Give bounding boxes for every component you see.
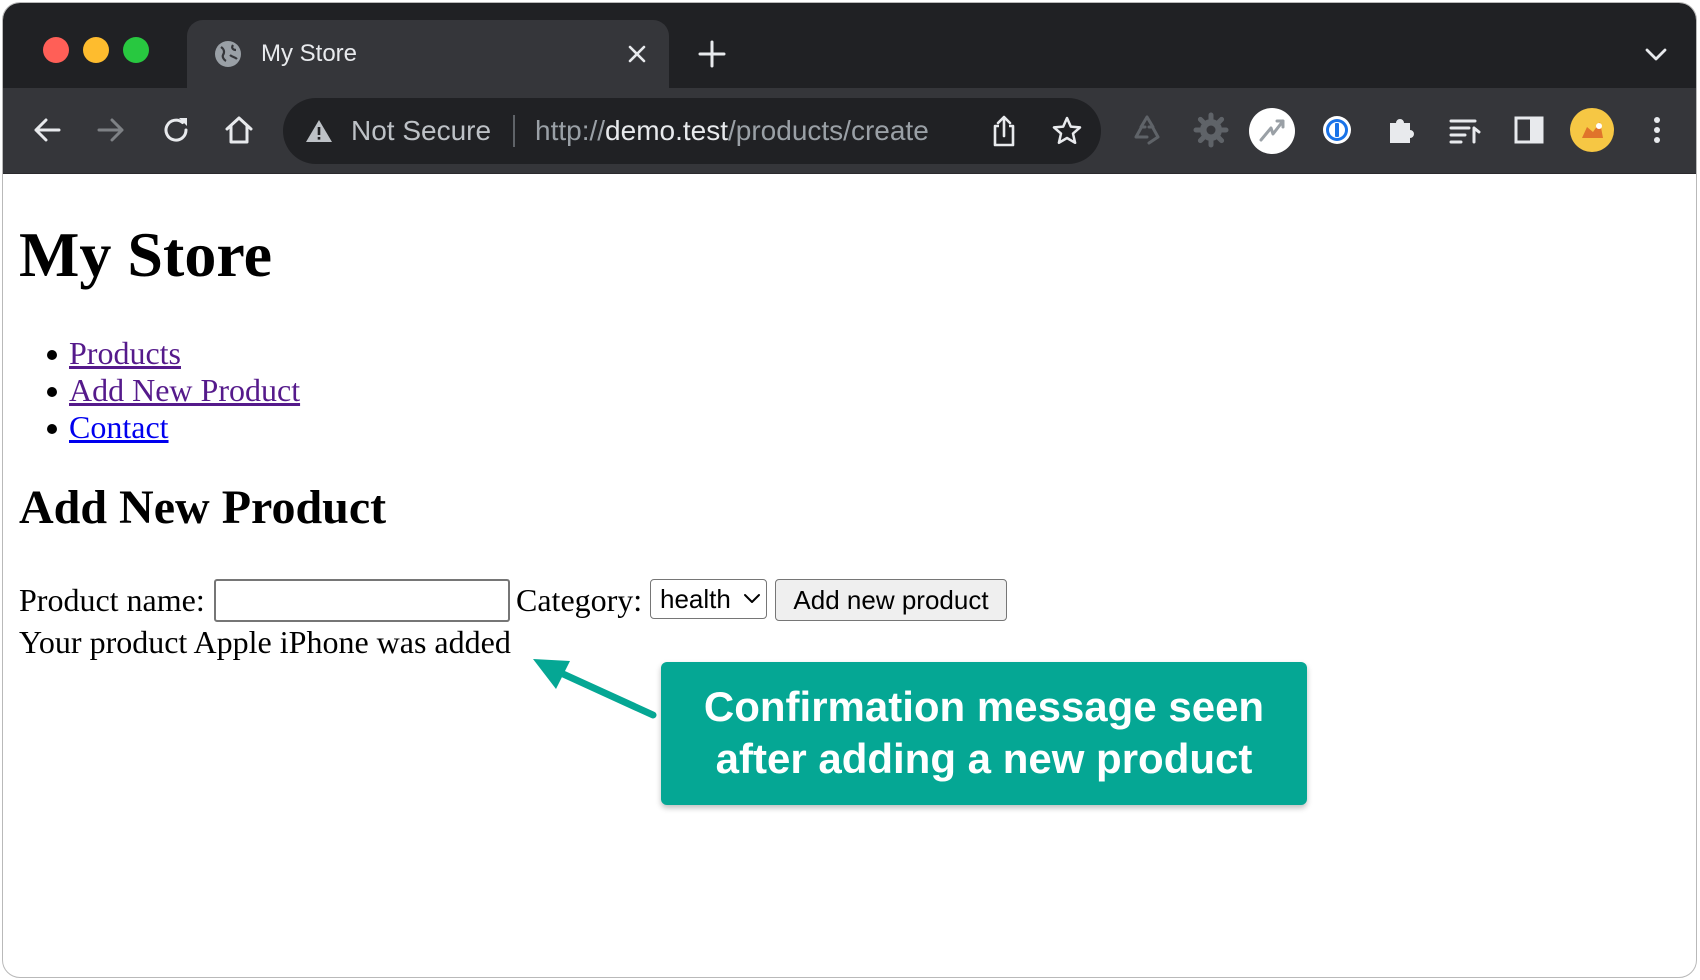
share-icon[interactable] — [989, 114, 1019, 148]
chevron-down-icon[interactable] — [1643, 44, 1669, 64]
address-bar[interactable]: Not Secure http://demo.test/products/cre… — [283, 98, 1101, 164]
browser-tab[interactable]: My Store — [187, 20, 669, 88]
profile-avatar[interactable] — [1569, 107, 1615, 153]
close-window-button[interactable] — [43, 37, 69, 63]
close-tab-icon[interactable] — [625, 42, 649, 66]
tab-strip: My Store — [3, 3, 1696, 88]
back-icon[interactable] — [29, 112, 65, 148]
add-product-button[interactable]: Add new product — [775, 579, 1007, 621]
home-icon[interactable] — [221, 112, 257, 148]
reading-list-icon[interactable] — [1447, 112, 1483, 148]
add-product-form: Product name: Category: health Add new p… — [19, 579, 1119, 623]
category-label: Category: — [516, 582, 643, 618]
side-panel-icon[interactable] — [1511, 112, 1547, 148]
security-label[interactable]: Not Secure — [351, 115, 491, 147]
url-scheme: http:// — [535, 115, 606, 146]
nav-item-products: Products — [46, 335, 300, 372]
omnibox-divider — [513, 115, 515, 147]
recycle-extension-icon[interactable] — [1129, 112, 1165, 148]
globe-icon — [215, 41, 241, 67]
new-tab-icon[interactable] — [697, 39, 727, 69]
bookmark-star-icon[interactable] — [1051, 115, 1083, 147]
main-nav: Products Add New Product Contact — [46, 335, 300, 446]
browser-toolbar: Not Secure http://demo.test/products/cre… — [3, 88, 1696, 174]
nav-item-add-new-product: Add New Product — [46, 372, 300, 409]
annotation-arrow-icon — [533, 659, 657, 719]
reload-icon[interactable] — [158, 112, 194, 148]
url-host: demo.test — [605, 115, 728, 146]
annotation-line-1: Confirmation message seen — [703, 683, 1265, 730]
nav-link-contact[interactable]: Contact — [69, 409, 169, 445]
category-select[interactable]: health — [650, 579, 767, 619]
gear-extension-icon[interactable] — [1193, 112, 1229, 148]
minimize-window-button[interactable] — [83, 37, 109, 63]
maximize-window-button[interactable] — [123, 37, 149, 63]
site-title: My Store — [19, 219, 272, 290]
annotation-callout: Confirmation message seen after adding a… — [661, 662, 1307, 805]
tab-title: My Store — [261, 40, 358, 67]
nav-link-products[interactable]: Products — [69, 335, 181, 371]
page-content: My Store Products Add New Product Contac… — [3, 175, 1696, 977]
annotation-line-2: after adding a new product — [715, 735, 1253, 782]
nav-item-contact: Contact — [46, 409, 300, 446]
url-text[interactable]: http://demo.test/products/create — [535, 115, 929, 147]
category-selected-value: health — [660, 584, 731, 614]
kebab-menu-icon[interactable] — [1639, 112, 1675, 148]
product-name-input[interactable] — [214, 579, 510, 622]
confirmation-message: Your product Apple iPhone was added — [19, 624, 511, 660]
nav-link-add-new-product[interactable]: Add New Product — [69, 372, 300, 408]
warning-icon[interactable] — [305, 118, 333, 144]
puzzle-extensions-icon[interactable] — [1383, 112, 1419, 148]
browser-window: My Store Not Secure http://demo.test/pro… — [2, 2, 1697, 978]
chevron-down-icon — [744, 594, 760, 603]
forward-icon[interactable] — [93, 112, 129, 148]
section-title: Add New Product — [19, 481, 387, 534]
password-manager-icon[interactable] — [1319, 112, 1355, 148]
url-path: /products/create — [728, 115, 929, 146]
extension-lightning-icon[interactable] — [1249, 108, 1295, 154]
product-name-label: Product name: — [19, 582, 205, 618]
